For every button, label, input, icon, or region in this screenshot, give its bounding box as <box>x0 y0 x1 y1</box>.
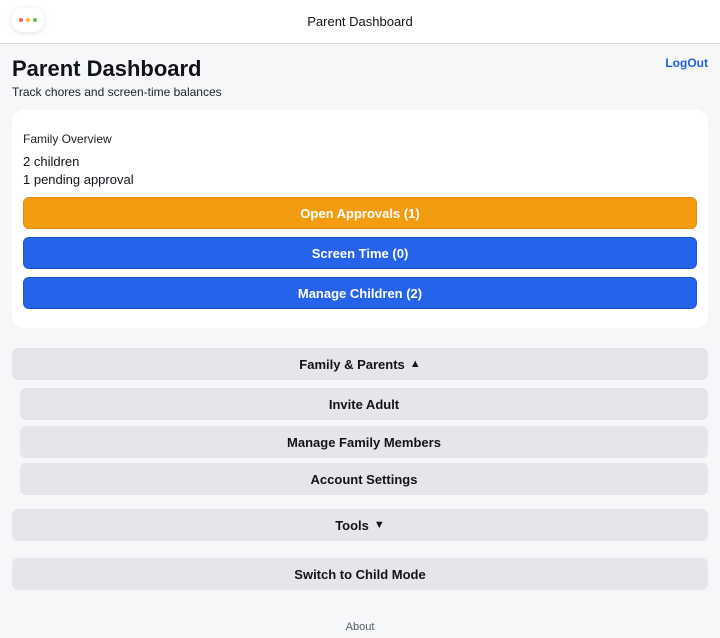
title-bar: Parent Dashboard <box>0 0 720 44</box>
tools-toggle[interactable]: Tools ▼ <box>12 509 708 541</box>
manage-family-members-button[interactable]: Manage Family Members <box>20 426 708 458</box>
expand-triangle-icon: ▼ <box>373 518 385 531</box>
switch-child-mode-button[interactable]: Switch to Child Mode <box>12 558 708 590</box>
maximize-dot-icon[interactable] <box>33 18 37 22</box>
screen-time-button[interactable]: Screen Time (0) <box>23 237 697 269</box>
window-controls[interactable] <box>12 8 44 32</box>
page-header: Parent Dashboard Track chores and screen… <box>12 56 708 100</box>
family-parents-toggle[interactable]: Family & Parents ▲ <box>12 348 708 380</box>
manage-children-button[interactable]: Manage Children (2) <box>23 277 697 309</box>
page-title: Parent Dashboard <box>12 56 202 81</box>
family-parents-label: Family & Parents <box>299 356 405 372</box>
window-title: Parent Dashboard <box>307 14 413 29</box>
overview-heading: Family Overview <box>23 132 112 146</box>
collapse-triangle-icon: ▲ <box>409 357 421 370</box>
pending-approvals-text: 1 pending approval <box>23 172 134 187</box>
logout-link[interactable]: LogOut <box>665 56 708 70</box>
open-approvals-button[interactable]: Open Approvals (1) <box>23 197 697 229</box>
family-overview-card: Family Overview 2 children 1 pending app… <box>12 110 708 328</box>
children-count: 2 children <box>23 154 80 169</box>
invite-adult-button[interactable]: Invite Adult <box>20 388 708 420</box>
page-subtitle: Track chores and screen-time balances <box>12 85 222 99</box>
close-dot-icon[interactable] <box>19 18 23 22</box>
minimize-dot-icon[interactable] <box>26 18 30 22</box>
tools-label: Tools <box>335 517 369 533</box>
about-link[interactable]: About <box>0 621 720 633</box>
account-settings-button[interactable]: Account Settings <box>20 463 708 495</box>
